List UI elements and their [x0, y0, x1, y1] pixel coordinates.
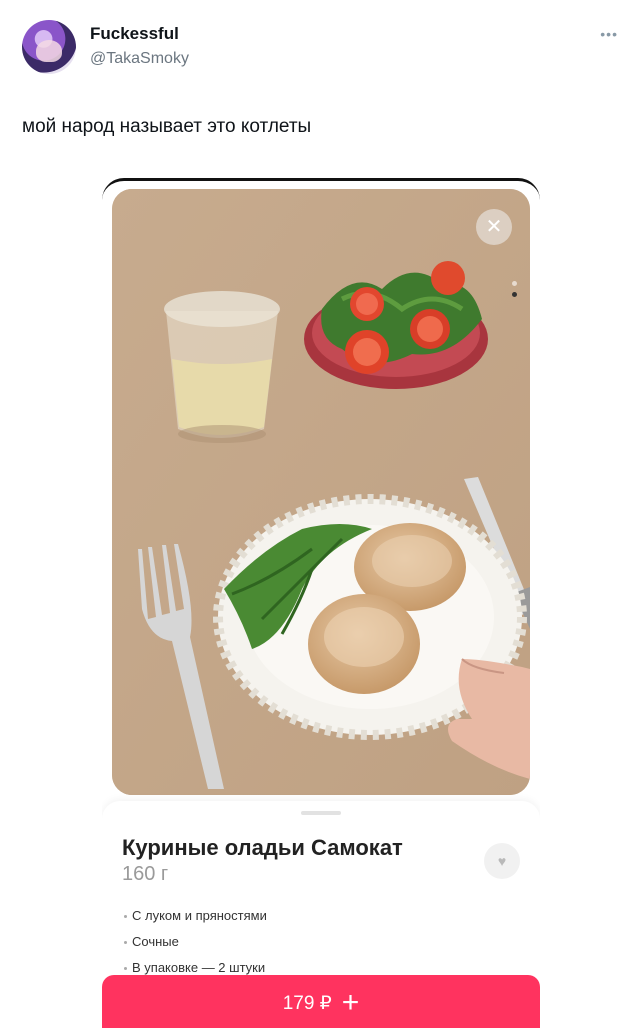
- tweet-text: мой народ называет это котлеты: [22, 116, 312, 137]
- add-to-cart-button[interactable]: 179 ₽ +: [102, 975, 540, 1028]
- tweet-header: Fuckessful @TakaSmoky •••: [18, 16, 622, 80]
- product-screenshot: ✕ Куриные оладьи Самокат 160 г ♥ С луком…: [102, 178, 540, 1028]
- user-avatar[interactable]: [22, 20, 76, 74]
- product-title: Куриные оладьи Самокат: [122, 835, 403, 860]
- sheet-grab-handle[interactable]: [301, 811, 341, 815]
- photo-pagination: [512, 281, 518, 303]
- product-weight: 160 г: [122, 863, 169, 885]
- product-details-sheet: Куриные оладьи Самокат 160 г ♥ С луком и…: [102, 801, 540, 1028]
- product-features-list: С луком и пряностями Сочные В упаковке —…: [124, 903, 267, 981]
- page-dot: [512, 281, 517, 286]
- more-options-icon[interactable]: •••: [600, 26, 618, 42]
- price-label: 179 ₽: [282, 993, 332, 1014]
- product-photo: ✕: [112, 189, 530, 795]
- page-dot-active: [512, 292, 517, 297]
- feature-item: Сочные: [124, 929, 267, 955]
- plus-icon: +: [341, 986, 360, 1019]
- feature-item: С луком и пряностями: [124, 903, 267, 929]
- user-handle[interactable]: @TakaSmoky: [90, 50, 189, 68]
- close-button[interactable]: ✕: [476, 209, 512, 245]
- display-name[interactable]: Fuckessful: [90, 24, 179, 44]
- favorite-heart-icon[interactable]: ♥: [484, 843, 520, 879]
